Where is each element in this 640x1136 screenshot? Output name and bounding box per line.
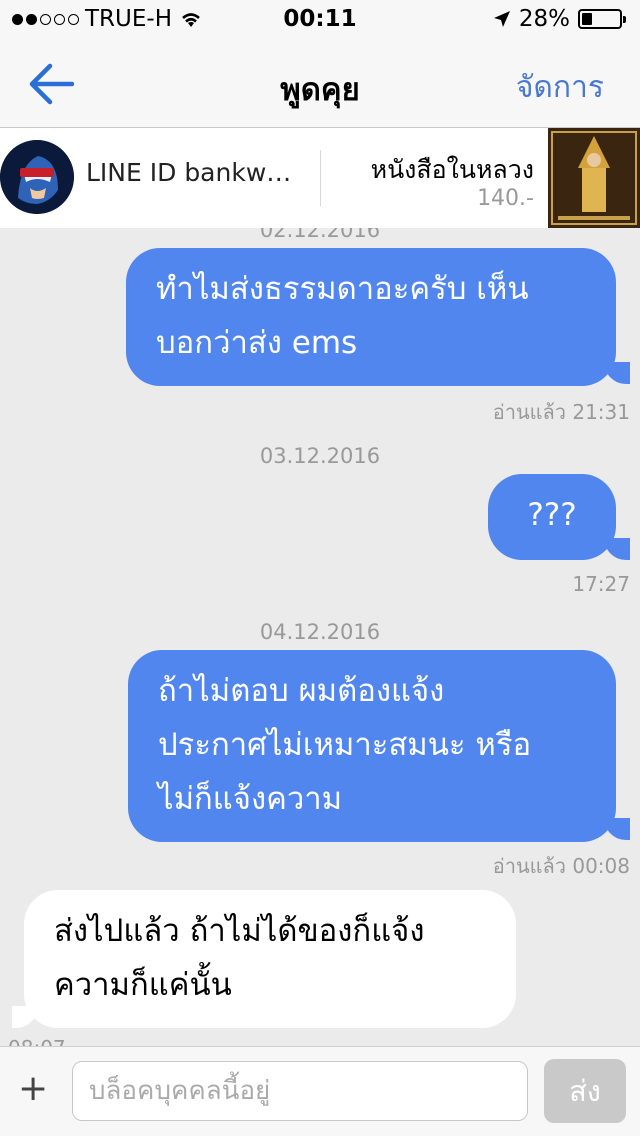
date-separator: 04.12.2016 xyxy=(259,620,381,644)
bubble-tail xyxy=(12,1006,38,1028)
status-bar: TRUE-H 00:11 28% xyxy=(0,0,640,40)
message-status: อ่านแล้ว 21:31 xyxy=(492,400,630,424)
product-thumbnail[interactable] xyxy=(548,128,640,228)
message-line: ประกาศไม่เหมาะสมนะ หรือ xyxy=(158,727,532,763)
message-line: ทำไมส่งธรรมดาอะครับ เห็น xyxy=(156,271,529,307)
send-button[interactable]: ส่ง xyxy=(544,1059,626,1123)
plus-icon: + xyxy=(18,1068,49,1109)
message-input[interactable]: บล็อคบุคคลนี้อยู่ xyxy=(72,1061,528,1121)
message-line: ถ้าไม่ตอบ ผมต้องแจ้ง xyxy=(158,673,445,709)
message-line: ส่งไปแล้ว ถ้าไม่ได้ของก็แจ้ง xyxy=(54,913,425,949)
seller-avatar[interactable] xyxy=(0,140,74,214)
message-line: ??? xyxy=(527,497,577,533)
battery-icon xyxy=(578,9,626,29)
bubble-tail xyxy=(604,818,630,840)
date-separator: 02.12.2016 xyxy=(259,228,381,242)
message-time: 08:07 xyxy=(8,1036,66,1046)
input-bar: + บล็อคบุคคลนี้อยู่ ส่ง xyxy=(0,1046,640,1136)
message-line: ไม่ก็แจ้งความ xyxy=(158,781,343,817)
plus-button[interactable]: + xyxy=(18,1069,48,1109)
message-line: บอกว่าส่ง ems xyxy=(156,325,358,361)
outgoing-message[interactable]: ทำไมส่งธรรมดาอะครับ เห็น บอกว่าส่ง ems xyxy=(126,248,616,386)
chat-area[interactable]: 02.12.2016 ทำไมส่งธรรมดาอะครับ เห็น บอกว… xyxy=(0,228,640,1046)
seller-name: LINE ID bankw… xyxy=(86,158,292,187)
message-line: ความก็แค่นั้น xyxy=(54,967,232,1003)
message-time: 17:27 xyxy=(572,572,630,596)
incoming-message[interactable]: ส่งไปแล้ว ถ้าไม่ได้ของก็แจ้ง ความก็แค่นั… xyxy=(24,890,516,1028)
product-header[interactable]: LINE ID bankw… หนังสือในหลวง 140.- xyxy=(0,128,640,228)
bubble-tail xyxy=(604,538,630,560)
status-right: 28% xyxy=(493,6,626,32)
message-status: อ่านแล้ว 00:08 xyxy=(492,854,630,878)
product-title: หนังสือในหลวง xyxy=(370,155,534,184)
manage-button[interactable]: จัดการ xyxy=(516,64,604,111)
product-price: 140.- xyxy=(477,186,534,211)
date-separator: 03.12.2016 xyxy=(259,444,381,468)
bubble-tail xyxy=(604,362,630,384)
divider xyxy=(320,150,321,206)
navigation-bar: พูดคุย จัดการ xyxy=(0,40,640,128)
outgoing-message[interactable]: ??? xyxy=(488,474,616,560)
outgoing-message[interactable]: ถ้าไม่ตอบ ผมต้องแจ้ง ประกาศไม่เหมาะสมนะ … xyxy=(128,650,616,842)
battery-percent: 28% xyxy=(518,6,570,32)
location-arrow-icon xyxy=(493,11,510,27)
